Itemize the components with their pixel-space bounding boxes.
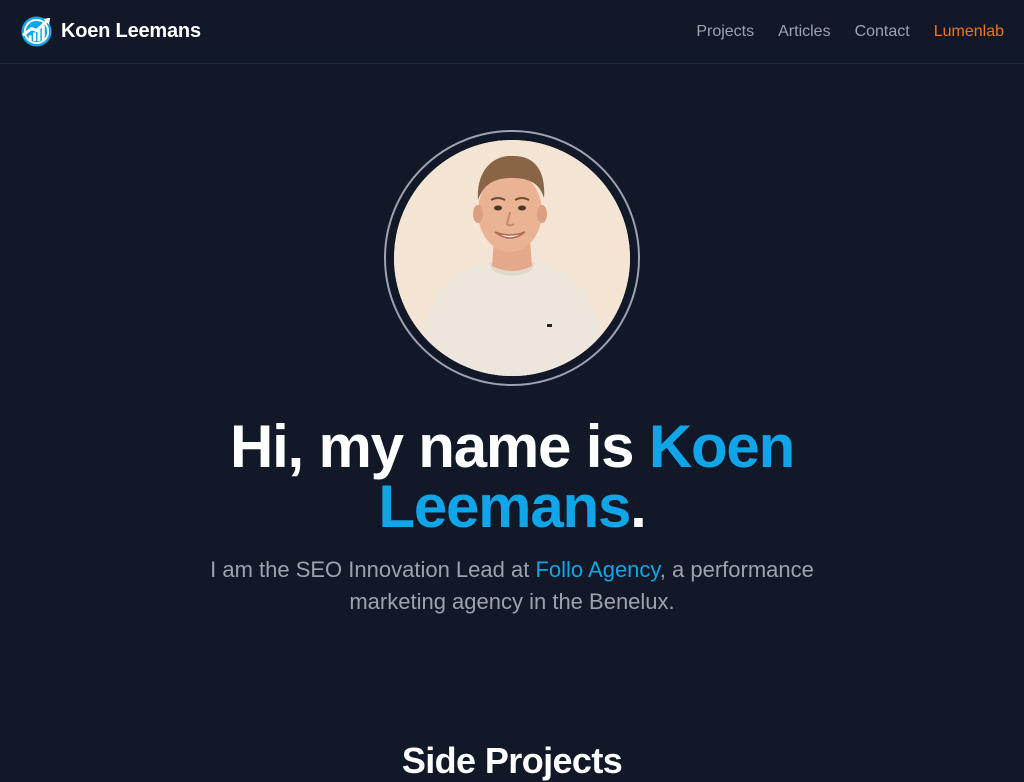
nav-link-contact[interactable]: Contact <box>855 23 910 41</box>
growth-chart-icon <box>20 15 53 48</box>
hero-section: Hi, my name is Koen Leemans. I am the SE… <box>0 64 1024 781</box>
main-nav: Projects Articles Contact Lumenlab <box>696 23 1004 41</box>
headline-name-last: Leemans <box>378 473 631 540</box>
nav-link-projects[interactable]: Projects <box>696 23 754 41</box>
navbar: Koen Leemans Projects Articles Contact L… <box>0 0 1024 64</box>
portrait-illustration <box>394 140 630 376</box>
follo-agency-link[interactable]: Follo Agency <box>535 557 659 582</box>
headline-period: . <box>630 473 647 540</box>
headline-name-first: Koen <box>648 413 795 480</box>
hero-subtitle: I am the SEO Innovation Lead at Follo Ag… <box>192 554 832 618</box>
nav-link-lumenlab[interactable]: Lumenlab <box>934 23 1004 41</box>
subtitle-prefix: I am the SEO Innovation Lead at <box>210 557 530 582</box>
headline-prefix: Hi, my name is <box>229 413 635 480</box>
avatar-ring <box>384 130 640 386</box>
hero-headline: Hi, my name is Koen Leemans. <box>112 417 912 537</box>
brand-name: Koen Leemans <box>61 20 201 42</box>
avatar <box>394 140 630 376</box>
brand-link[interactable]: Koen Leemans <box>20 15 201 48</box>
side-projects-heading: Side Projects <box>401 740 623 781</box>
nav-link-articles[interactable]: Articles <box>778 23 830 41</box>
